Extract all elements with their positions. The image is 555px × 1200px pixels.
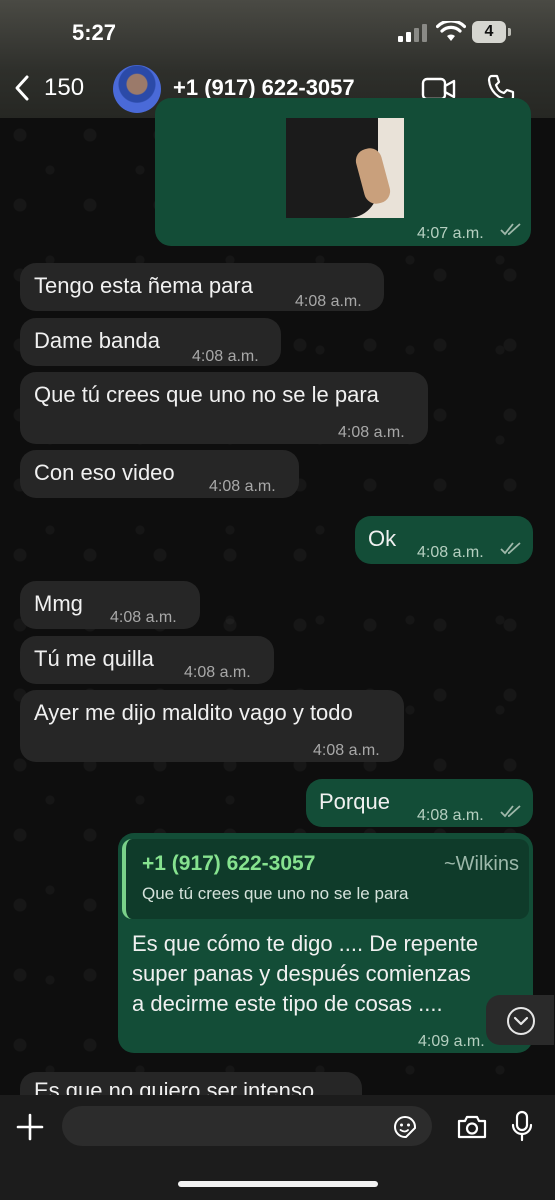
image-message[interactable]: 4:07 a.m. xyxy=(155,98,531,246)
cellular-signal-icon xyxy=(398,24,430,42)
message-time: 4:07 a.m. xyxy=(417,225,484,242)
quoted-reply[interactable]: +1 (917) 622-3057 ~Wilkins Que tú crees … xyxy=(122,839,529,919)
message-time: 4:08 a.m. xyxy=(417,807,484,824)
message-time: 4:08 a.m. xyxy=(184,664,251,681)
message-time: 4:08 a.m. xyxy=(110,609,177,626)
message-time: 4:08 a.m. xyxy=(295,293,362,310)
shared-photo[interactable] xyxy=(286,118,404,218)
avatar[interactable] xyxy=(113,65,161,113)
wifi-icon xyxy=(436,21,466,41)
message-text-line: super panas y después comienzas xyxy=(132,961,471,986)
message-time: 4:09 a.m. xyxy=(418,1033,485,1050)
quoted-alias: ~Wilkins xyxy=(443,853,519,875)
message-bubble[interactable]: Tengo esta ñema para 4:08 a.m. xyxy=(20,263,384,311)
message-text-line: Es que cómo te digo .... De repente xyxy=(132,931,479,956)
quoted-sender: +1 (917) 622-3057 xyxy=(142,852,316,875)
read-ticks-icon xyxy=(500,805,521,818)
message-time: 4:08 a.m. xyxy=(338,424,405,441)
message-bubble[interactable]: Tú me quilla 4:08 a.m. xyxy=(20,636,274,684)
home-indicator xyxy=(178,1181,378,1187)
message-text: Tengo esta ñema para xyxy=(34,273,253,298)
message-text: Tú me quilla xyxy=(34,646,154,671)
plus-icon[interactable] xyxy=(16,1113,44,1141)
message-time: 4:08 a.m. xyxy=(313,742,380,759)
sticker-icon[interactable] xyxy=(392,1114,418,1140)
message-bubble[interactable]: Con eso video 4:08 a.m. xyxy=(20,450,299,498)
message-text: Mmg xyxy=(34,591,83,616)
message-time: 4:08 a.m. xyxy=(417,544,484,561)
message-bubble[interactable]: Porque 4:08 a.m. xyxy=(306,779,533,827)
camera-icon[interactable] xyxy=(456,1114,488,1140)
message-time: 4:08 a.m. xyxy=(192,348,259,365)
read-ticks-icon xyxy=(500,542,521,555)
message-text: Que tú crees que uno no se le para xyxy=(34,382,379,407)
message-input[interactable] xyxy=(62,1106,432,1146)
status-time: 5:27 xyxy=(72,20,117,45)
microphone-icon[interactable] xyxy=(511,1110,533,1142)
message-text: Ayer me dijo maldito vago y todo xyxy=(34,700,353,725)
battery-indicator: 4 xyxy=(472,21,506,43)
back-button[interactable]: 150 xyxy=(14,70,84,106)
message-text: Porque xyxy=(319,789,390,814)
message-bubble[interactable]: Dame banda 4:08 a.m. xyxy=(20,318,281,366)
scroll-to-bottom-button[interactable] xyxy=(486,995,554,1045)
message-bubble[interactable]: Ayer me dijo maldito vago y todo 4:08 a.… xyxy=(20,690,404,762)
quoted-text: Que tú crees que uno no se le para xyxy=(142,884,409,903)
battery-tip xyxy=(508,28,511,36)
message-bubble[interactable]: Ok 4:08 a.m. xyxy=(355,516,533,564)
message-text: Con eso video xyxy=(34,460,175,485)
read-ticks-icon xyxy=(500,223,521,236)
back-chevron-icon xyxy=(15,75,29,101)
back-count: 150 xyxy=(44,74,85,101)
chevron-down-icon xyxy=(507,1007,535,1035)
message-bubble[interactable]: Que tú crees que uno no se le para 4:08 … xyxy=(20,372,428,444)
message-text: Ok xyxy=(368,526,397,551)
message-text: Dame banda xyxy=(34,328,160,353)
message-text-line: a decirme este tipo de cosas .... xyxy=(132,991,443,1016)
message-bubble[interactable]: Mmg 4:08 a.m. xyxy=(20,581,200,629)
message-time: 4:08 a.m. xyxy=(209,478,276,495)
